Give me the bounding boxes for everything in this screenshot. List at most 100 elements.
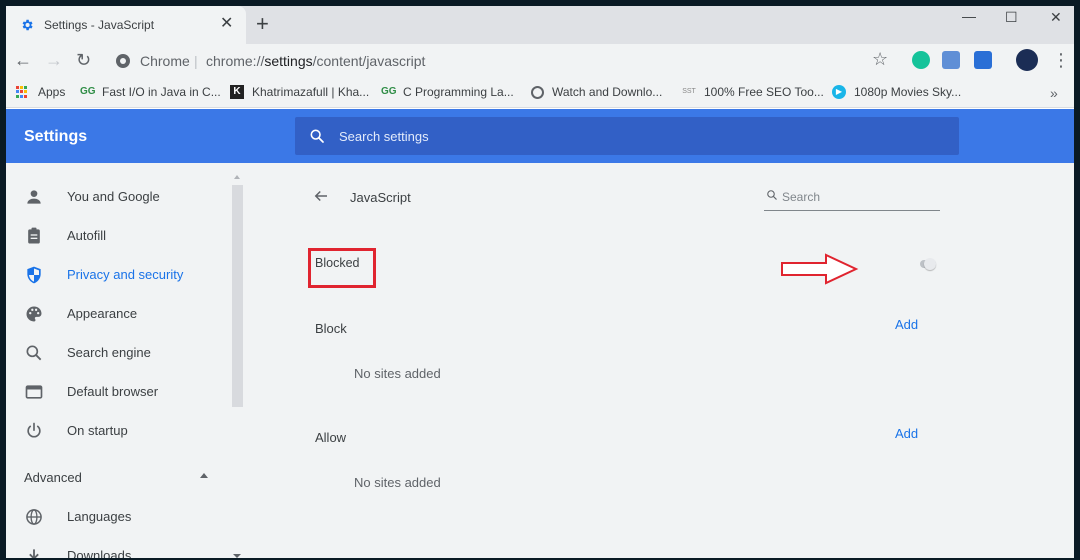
bookmarks-bar: Apps GG Fast I/O in Java in C... K Khatr… xyxy=(6,78,1074,108)
shield-icon xyxy=(27,266,41,283)
clipboard-icon xyxy=(28,227,40,243)
bookmark-label: Watch and Downlo... xyxy=(552,85,663,99)
sidebar-item-label: On startup xyxy=(67,423,128,438)
gfg-icon: GG xyxy=(80,86,96,97)
download-icon xyxy=(29,548,39,558)
allow-section-label: Allow xyxy=(315,430,347,445)
sidebar-item-you-and-google[interactable]: You and Google xyxy=(6,177,232,216)
power-icon xyxy=(27,422,41,437)
globe-icon xyxy=(531,85,544,99)
bookmark-seo-tools[interactable]: SST 100% Free SEO Too... xyxy=(682,85,824,99)
search-settings-input[interactable]: Search settings xyxy=(295,117,959,155)
tab-settings-javascript[interactable]: Settings - JavaScript ✕ xyxy=(6,6,246,44)
tab-close-icon[interactable]: ✕ xyxy=(220,15,233,33)
sidebar-item-on-startup[interactable]: On startup xyxy=(6,411,232,450)
profile-avatar[interactable] xyxy=(1016,49,1038,71)
sidebar-item-appearance[interactable]: Appearance xyxy=(6,294,232,333)
sidebar-item-label: Privacy and security xyxy=(67,267,184,282)
bookmark-1080p-movies[interactable]: ▶ 1080p Movies Sky... xyxy=(832,85,961,99)
allow-empty-text: No sites added xyxy=(354,475,441,490)
search-icon xyxy=(26,345,42,360)
browser-window: Settings - JavaScript ✕ + — ☐ ✕ ← → ↻ Ch… xyxy=(6,6,1074,558)
sidebar-item-languages[interactable]: Languages xyxy=(6,497,232,536)
puzzle-extension-icon[interactable] xyxy=(942,51,960,69)
block-empty-text: No sites added xyxy=(354,366,441,381)
javascript-toggle-switch[interactable] xyxy=(920,258,940,270)
scroll-up-arrow-icon[interactable] xyxy=(234,175,240,179)
javascript-status-label: Blocked xyxy=(315,256,360,270)
sst-icon: SST xyxy=(682,88,696,95)
search-settings-placeholder: Search settings xyxy=(339,129,429,144)
bookmark-c-programming[interactable]: GG C Programming La... xyxy=(381,85,514,99)
javascript-search-input[interactable]: Search xyxy=(764,183,940,211)
gfg-icon: GG xyxy=(381,86,397,97)
address-url: chrome://settings/content/javascript xyxy=(206,53,425,69)
sidebar-item-label: Default browser xyxy=(67,384,159,399)
address-origin: Chrome xyxy=(140,53,190,69)
sidebar-item-label: Search engine xyxy=(67,345,151,360)
scroll-down-arrow-icon[interactable] xyxy=(233,554,241,558)
chrome-icon xyxy=(116,54,130,68)
bookmark-khatrimazafull[interactable]: K Khatrimazafull | Kha... xyxy=(230,85,369,99)
sidebar-item-label: Appearance xyxy=(67,306,138,321)
maximize-button[interactable]: ☐ xyxy=(1005,7,1018,27)
browser-icon xyxy=(25,384,43,399)
forward-button[interactable]: → xyxy=(45,50,63,70)
reload-button[interactable]: ↻ xyxy=(76,50,91,70)
back-button[interactable]: ← xyxy=(14,50,32,70)
grammarly-extension-icon[interactable] xyxy=(912,51,930,69)
palette-icon xyxy=(26,306,42,321)
settings-title: Settings xyxy=(24,128,88,145)
window-close-button[interactable]: ✕ xyxy=(1050,7,1062,27)
sidebar-item-search-engine[interactable]: Search engine xyxy=(6,333,232,372)
address-separator: | xyxy=(194,53,198,69)
minimize-button[interactable]: — xyxy=(962,6,976,26)
chevron-up-icon[interactable] xyxy=(200,473,208,478)
globe-icon xyxy=(26,508,42,525)
bookmark-fast-io[interactable]: GG Fast I/O in Java in C... xyxy=(80,85,221,99)
search-placeholder: Search xyxy=(782,190,821,204)
sidebar-item-autofill[interactable]: Autofill xyxy=(6,216,232,255)
bookmark-label: Apps xyxy=(38,85,66,99)
sidebar-item-default-browser[interactable]: Default browser xyxy=(6,372,232,411)
k-icon: K xyxy=(230,85,244,99)
block-add-button[interactable]: Add xyxy=(895,317,918,332)
page-title: JavaScript xyxy=(350,190,411,205)
tab-title: Settings - JavaScript xyxy=(44,18,155,32)
bookmarks-overflow-icon[interactable]: » xyxy=(1050,85,1058,101)
url-host: settings xyxy=(264,53,313,69)
address-bar[interactable]: Chrome | chrome://settings/content/javas… xyxy=(106,48,866,74)
bookmark-label: 100% Free SEO Too... xyxy=(704,85,824,99)
search-icon xyxy=(767,190,777,200)
javascript-settings-panel: JavaScript Search Blocked Block Add No s… xyxy=(296,163,956,558)
settings-page: You and Google Autofill Privacy and secu… xyxy=(6,163,1074,558)
bookmark-label: 1080p Movies Sky... xyxy=(854,85,962,99)
sidebar-item-label: Autofill xyxy=(67,228,107,243)
url-prefix: chrome:// xyxy=(206,53,265,69)
sidebar-item-label: You and Google xyxy=(67,189,160,204)
tab-strip: Settings - JavaScript ✕ + — ☐ ✕ xyxy=(6,6,1074,44)
red-arrow-annotation xyxy=(781,253,859,285)
sidebar-item-label: Downloads xyxy=(67,548,132,558)
sidebar-item-privacy-and-security[interactable]: Privacy and security xyxy=(6,255,232,294)
bookmark-star-icon[interactable]: ☆ xyxy=(872,49,888,69)
bookmark-label: C Programming La... xyxy=(403,85,514,99)
new-tab-button[interactable]: + xyxy=(256,13,269,35)
sidebar-scrollbar-thumb[interactable] xyxy=(232,185,243,407)
block-section-label: Block xyxy=(315,321,347,336)
ticket-extension-icon[interactable] xyxy=(974,51,992,69)
back-arrow-icon[interactable] xyxy=(312,187,330,205)
allow-add-button[interactable]: Add xyxy=(895,426,918,441)
sidebar-item-label: Languages xyxy=(67,509,132,524)
bookmark-apps[interactable]: Apps xyxy=(16,85,65,99)
bookmark-watch-download[interactable]: Watch and Downlo... xyxy=(531,85,662,99)
search-icon xyxy=(310,129,324,143)
chrome-menu-icon[interactable]: ⋮ xyxy=(1052,50,1070,70)
bookmark-label: Khatrimazafull | Kha... xyxy=(252,85,370,99)
person-icon xyxy=(27,189,41,204)
settings-header: Settings Search settings xyxy=(6,109,1074,163)
apps-icon xyxy=(16,86,28,98)
play-icon: ▶ xyxy=(832,85,846,99)
sidebar-item-downloads[interactable]: Downloads xyxy=(6,536,232,558)
sidebar-advanced-toggle[interactable]: Advanced xyxy=(24,470,82,485)
